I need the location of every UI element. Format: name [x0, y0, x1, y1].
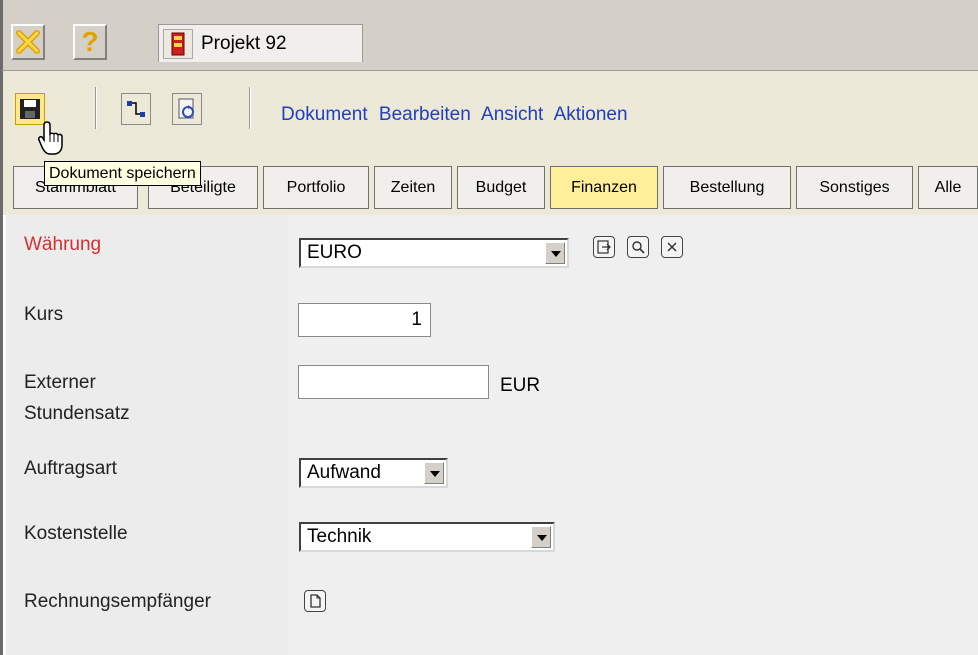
- clear-icon: [667, 242, 677, 252]
- menu-dokument[interactable]: Dokument: [281, 104, 368, 125]
- tab-budget[interactable]: Budget: [457, 166, 545, 209]
- auftragsart-value: Aufwand: [307, 462, 381, 483]
- save-icon: [20, 99, 40, 119]
- new-document-icon: [310, 594, 321, 608]
- tab-alle[interactable]: Alle: [918, 166, 978, 209]
- tab-label: Finanzen: [571, 178, 637, 196]
- tab-zeiten[interactable]: Zeiten: [374, 166, 452, 209]
- open-record-button[interactable]: [593, 236, 615, 258]
- search-button[interactable]: [627, 236, 649, 258]
- tab-label: Alle: [934, 178, 962, 196]
- open-record-icon: [597, 240, 611, 254]
- tab-label: Sonstiges: [819, 178, 890, 196]
- workflow-button[interactable]: [121, 93, 151, 125]
- menu-bar: Dokument Bearbeiten Ansicht Aktionen: [281, 104, 634, 126]
- hand-cursor-icon: [38, 121, 63, 155]
- auftragsart-select[interactable]: Aufwand: [299, 458, 448, 488]
- waehrung-select[interactable]: EURO: [299, 238, 569, 268]
- menu-aktionen[interactable]: Aktionen: [554, 104, 628, 125]
- kurs-label: Kurs: [24, 304, 64, 325]
- tab-label: Portfolio: [286, 178, 346, 196]
- close-icon: [16, 30, 40, 54]
- kurs-value: 1: [411, 309, 422, 330]
- project-icon: [163, 29, 193, 59]
- rechnungsempfaenger-label: Rechnungsempfänger: [24, 591, 211, 612]
- chevron-down-icon[interactable]: [545, 242, 565, 264]
- refresh-button[interactable]: [172, 93, 202, 125]
- stundensatz-field[interactable]: [298, 365, 489, 399]
- title-bar: ? Projekt 92: [0, 0, 978, 70]
- stundensatz-label-line2: Stundensatz: [24, 403, 130, 424]
- workflow-icon: [127, 101, 145, 117]
- chevron-down-icon[interactable]: [531, 526, 551, 548]
- auftragsart-label: Auftragsart: [24, 458, 117, 479]
- tab-label: Bestellung: [689, 178, 765, 196]
- menu-bearbeiten[interactable]: Bearbeiten: [379, 104, 471, 125]
- tab-portfolio[interactable]: Portfolio: [263, 166, 369, 209]
- stundensatz-label-line1: Externer: [24, 372, 96, 393]
- toolbar-separator: [95, 87, 97, 129]
- search-icon: [632, 241, 645, 254]
- document-tab[interactable]: Projekt 92: [158, 24, 363, 62]
- kurs-field[interactable]: 1: [298, 303, 431, 337]
- tab-label: Budget: [475, 178, 527, 196]
- toolbar-separator: [249, 87, 251, 129]
- tab-finanzen[interactable]: Finanzen: [550, 166, 658, 209]
- stundensatz-unit: EUR: [500, 375, 541, 396]
- clear-button[interactable]: [661, 236, 683, 258]
- document-tab-label: Projekt 92: [201, 33, 287, 54]
- waehrung-label: Währung: [24, 234, 102, 255]
- chevron-down-icon[interactable]: [424, 462, 444, 484]
- toolbar: Dokument Bearbeiten Ansicht Aktionen: [0, 70, 978, 155]
- tab-sonstiges[interactable]: Sonstiges: [796, 166, 913, 209]
- waehrung-value: EURO: [307, 242, 362, 263]
- tab-label: Zeiten: [390, 178, 436, 196]
- save-tooltip: Dokument speichern: [44, 161, 201, 186]
- tab-bestellung[interactable]: Bestellung: [663, 166, 791, 209]
- value-column: [288, 215, 978, 655]
- help-icon: ?: [81, 26, 99, 57]
- new-document-button[interactable]: [304, 590, 326, 612]
- kostenstelle-value: Technik: [307, 526, 372, 547]
- kostenstelle-select[interactable]: Technik: [299, 522, 555, 552]
- refresh-icon: [178, 98, 194, 119]
- kostenstelle-label: Kostenstelle: [24, 523, 128, 544]
- close-button[interactable]: [11, 24, 45, 60]
- help-button[interactable]: ?: [73, 24, 107, 60]
- form-finanzen: Währung EURO Kurs 1 Externer Stundensatz…: [0, 215, 978, 655]
- menu-ansicht[interactable]: Ansicht: [481, 104, 543, 125]
